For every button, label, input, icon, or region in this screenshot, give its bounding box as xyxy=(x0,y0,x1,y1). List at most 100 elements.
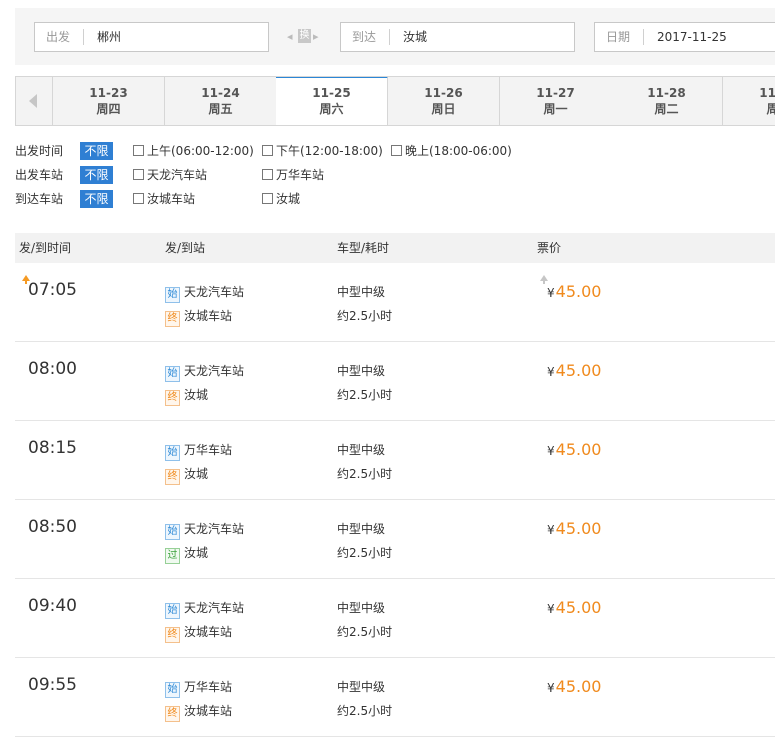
station-name: 汝城车站 xyxy=(184,625,233,639)
station-name: 天龙汽车站 xyxy=(184,601,245,615)
filter-label: 到达车站 xyxy=(15,192,64,206)
station-name: 汝城车站 xyxy=(184,704,233,718)
departure-time: 09:40 xyxy=(28,596,77,616)
date-tab[interactable]: 11-26 周日 xyxy=(388,77,500,125)
date-tab[interactable]: 11-28 周二 xyxy=(611,77,723,125)
destination-station: 过汝城 xyxy=(165,544,209,564)
unlimited-button[interactable]: 不限 xyxy=(80,142,113,160)
end-tag: 终 xyxy=(165,311,180,327)
filter-option-label: 天龙汽车站 xyxy=(147,168,208,182)
checkbox[interactable] xyxy=(262,169,273,180)
station-name: 天龙汽车站 xyxy=(184,364,245,378)
field-divider xyxy=(83,29,84,45)
currency-symbol: ¥ xyxy=(547,523,555,537)
checkbox[interactable] xyxy=(133,193,144,204)
currency-symbol: ¥ xyxy=(547,602,555,616)
date-tab-weekday: 周六 xyxy=(319,102,344,116)
unlimited-button[interactable]: 不限 xyxy=(80,190,113,208)
date-tab-weekday: 周一 xyxy=(543,102,568,116)
ticket-price: ¥45.00 xyxy=(547,519,601,538)
date-tab-date: 11-26 xyxy=(424,86,463,100)
checkbox[interactable] xyxy=(391,145,402,156)
unlimited-button[interactable]: 不限 xyxy=(80,166,113,184)
duration: 约2.5小时 xyxy=(337,467,393,481)
previous-dates-button[interactable] xyxy=(15,77,53,125)
origin-station: 始天龙汽车站 xyxy=(165,520,244,540)
trip-row[interactable]: 08:50 始天龙汽车站 过汝城 中型中级 约2.5小时 ¥45.00 xyxy=(15,500,775,579)
station-name: 万华车站 xyxy=(184,680,233,694)
date-field[interactable]: 日期 2017-11-25 xyxy=(594,22,775,52)
station-name: 汝城车站 xyxy=(184,309,233,323)
currency-symbol: ¥ xyxy=(547,444,555,458)
currency-symbol: ¥ xyxy=(547,681,555,695)
date-tab-date: 11-24 xyxy=(201,86,240,100)
trip-row[interactable]: 08:00 始天龙汽车站 终汝城 中型中级 约2.5小时 ¥45.00 xyxy=(15,342,775,421)
date-tab-weekday: 周四 xyxy=(96,102,121,116)
checkbox[interactable] xyxy=(133,169,144,180)
date-tab[interactable]: 11-23 周四 xyxy=(53,77,165,125)
departure-time: 08:15 xyxy=(28,438,77,458)
swap-label: 换 xyxy=(298,29,311,43)
trip-row[interactable]: 07:05 始天龙汽车站 终汝城车站 中型中级 约2.5小时 ¥45.00 xyxy=(15,263,775,342)
date-tab[interactable]: 11-27 周一 xyxy=(500,77,612,125)
swap-left-arrow-icon: ◂ xyxy=(287,30,293,43)
filter-label: 出发车站 xyxy=(15,168,64,182)
bus-type: 中型中级 xyxy=(337,601,386,615)
type-duration-header: 车型/耗时 xyxy=(337,241,390,255)
checkbox[interactable] xyxy=(262,193,273,204)
bus-type: 中型中级 xyxy=(337,285,386,299)
date-tab-active[interactable]: 11-25 周六 xyxy=(276,77,388,125)
station-name: 汝城 xyxy=(184,546,209,560)
date-tab-date: 11-29 xyxy=(759,86,775,100)
station-name: 万华车站 xyxy=(184,443,233,457)
departure-time: 09:55 xyxy=(28,675,77,695)
trip-row[interactable]: 08:15 始万华车站 终汝城 中型中级 约2.5小时 ¥45.00 xyxy=(15,421,775,500)
filter-option-label: 下午(12:00-18:00) xyxy=(276,144,383,158)
ticket-price: ¥45.00 xyxy=(547,440,601,459)
departure-city-value[interactable]: 郴州 xyxy=(97,23,121,51)
duration: 约2.5小时 xyxy=(337,388,393,402)
date-value[interactable]: 2017-11-25 xyxy=(657,23,727,51)
filter-option-label: 万华车站 xyxy=(276,168,325,182)
origin-station: 始万华车站 xyxy=(165,678,233,698)
bus-type: 中型中级 xyxy=(337,443,386,457)
checkbox[interactable] xyxy=(133,145,144,156)
date-label: 日期 xyxy=(606,30,631,44)
filter-option-label: 晚上(18:00-06:00) xyxy=(405,144,512,158)
header-label: 票价 xyxy=(537,241,562,255)
departure-city-field[interactable]: 出发 郴州 xyxy=(34,22,269,52)
filter-label: 出发时间 xyxy=(15,144,64,158)
trip-row[interactable]: 09:55 始万华车站 终汝城车站 中型中级 约2.5小时 ¥45.00 xyxy=(15,658,775,737)
search-bar: 出发 郴州 ◂ 换 ▸ 到达 汝城 日期 2017-11-25 xyxy=(15,8,775,65)
pass-tag: 过 xyxy=(165,548,180,564)
ticket-price: ¥45.00 xyxy=(547,677,601,696)
arrival-city-field[interactable]: 到达 汝城 xyxy=(340,22,575,52)
start-tag: 始 xyxy=(165,682,180,698)
filter-departure-time: 出发时间 不限 上午(06:00-12:00) 下午(12:00-18:00) … xyxy=(15,141,775,161)
ticket-price: ¥45.00 xyxy=(547,598,601,617)
start-tag: 始 xyxy=(165,445,180,461)
duration: 约2.5小时 xyxy=(337,546,393,560)
date-tab[interactable]: 11-29 周三 xyxy=(723,77,775,125)
ticket-price: ¥45.00 xyxy=(547,282,601,301)
field-divider xyxy=(643,29,644,45)
date-tab-weekday: 周二 xyxy=(654,102,679,116)
departure-time: 08:00 xyxy=(28,359,77,379)
filter-option-label: 汝城车站 xyxy=(147,192,196,206)
swap-button[interactable]: ◂ 换 ▸ xyxy=(287,28,321,46)
arrival-city-value[interactable]: 汝城 xyxy=(403,23,427,51)
origin-station: 始天龙汽车站 xyxy=(165,599,245,619)
destination-station: 终汝城车站 xyxy=(165,702,233,722)
station-name: 天龙汽车站 xyxy=(184,285,245,299)
checkbox[interactable] xyxy=(262,145,273,156)
duration: 约2.5小时 xyxy=(337,309,393,323)
currency-symbol: ¥ xyxy=(547,286,555,300)
list-header: 发/到时间 发/到站 车型/耗时 票价 xyxy=(15,233,775,284)
destination-station: 终汝城车站 xyxy=(165,307,233,327)
station-name: 汝城 xyxy=(184,388,209,402)
origin-station: 始天龙汽车站 xyxy=(165,362,245,382)
trip-row[interactable]: 09:40 始天龙汽车站 终汝城车站 中型中级 约2.5小时 ¥45.00 xyxy=(15,579,775,658)
end-tag: 终 xyxy=(165,706,180,722)
start-tag: 始 xyxy=(165,603,180,619)
date-tab[interactable]: 11-24 周五 xyxy=(165,77,277,125)
